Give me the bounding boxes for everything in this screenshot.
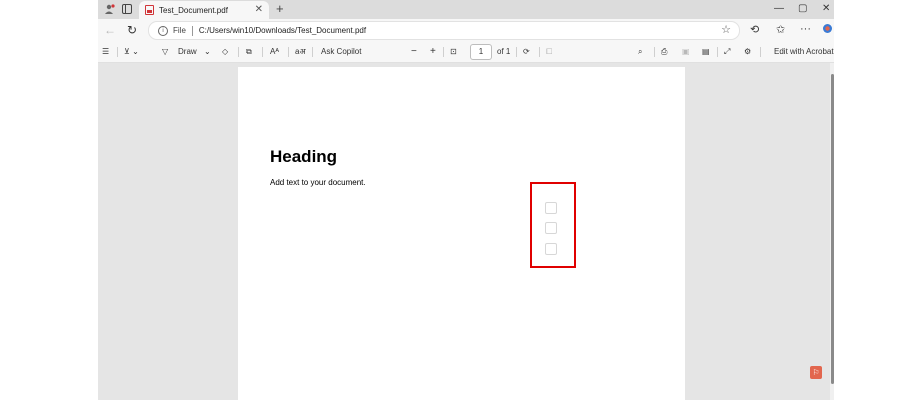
toolbar-separator (262, 47, 263, 57)
back-icon[interactable]: ← (104, 23, 116, 37)
acrobat-icon[interactable]: ⚐ (810, 366, 822, 379)
fit-page-icon[interactable]: ⊡ (450, 46, 457, 58)
document-body-text: Add text to your document. (270, 178, 366, 187)
pdf-page[interactable]: Heading Add text to your document. (238, 67, 685, 400)
ask-copilot-button[interactable]: Ask Copilot (321, 46, 361, 58)
document-heading: Heading (270, 147, 338, 166)
copilot-icon[interactable] (822, 23, 833, 37)
browser-essentials-icon[interactable]: ⟲ (750, 23, 759, 36)
scrollbar-thumb[interactable] (831, 74, 834, 384)
checkbox-1[interactable] (545, 202, 557, 214)
scheme-label: File (173, 26, 186, 35)
read-aloud-button[interactable]: Aᴬ (270, 46, 279, 58)
page-total: of 1 (497, 47, 511, 56)
page-view-icon[interactable]: ⧉ (246, 46, 252, 58)
toolbar-separator (654, 47, 655, 57)
address-bar-row: ← ↻ i File C:/Users/win10/Downloads/Test… (98, 19, 834, 41)
toolbar-separator (760, 47, 761, 57)
refresh-icon[interactable]: ↻ (127, 23, 137, 37)
window-close-icon[interactable]: ✕ (822, 3, 830, 14)
translate-button[interactable]: aअ (295, 46, 306, 58)
save-as-icon[interactable]: ▤ (702, 46, 710, 58)
highlight-icon[interactable]: ⊻ ⌄ (124, 46, 139, 58)
sidebar-icon[interactable] (120, 3, 134, 15)
draw-dropdown-icon[interactable]: ⌄ (204, 46, 211, 58)
rotate-icon[interactable]: ⟳ (523, 46, 530, 58)
toolbar-separator (516, 47, 517, 57)
url-text[interactable]: C:/Users/win10/Downloads/Test_Document.p… (199, 26, 366, 35)
star-icon[interactable]: ☆ (721, 23, 731, 36)
checkbox-2[interactable] (545, 222, 557, 234)
toolbar-separator (117, 47, 118, 57)
pdf-viewer[interactable]: Heading Add text to your document. (98, 63, 834, 400)
toolbar-separator (717, 47, 718, 57)
draw-button[interactable]: Draw (178, 46, 197, 58)
toolbar-separator (539, 47, 540, 57)
tab-strip: Test_Document.pdf ✕ + — ▢ ✕ (98, 0, 834, 19)
checkbox-highlight (530, 182, 576, 268)
checkbox-3[interactable] (545, 243, 557, 255)
tab-title: Test_Document.pdf (159, 5, 228, 15)
two-page-icon[interactable]: ⧠ (546, 46, 552, 58)
eraser-icon[interactable]: ◇ (222, 46, 228, 58)
zoom-out-button[interactable]: − (411, 46, 417, 58)
new-tab-icon[interactable]: + (276, 1, 284, 16)
zoom-in-button[interactable]: + (430, 46, 436, 58)
profile-icon[interactable] (102, 3, 116, 15)
page-number-input[interactable]: 1 (470, 44, 492, 60)
print-icon[interactable]: ⎙ (661, 46, 667, 58)
pdf-toolbar: ☰ ⊻ ⌄ ▽ Draw ⌄ ◇ ⧉ Aᴬ aअ Ask Copilot − +… (98, 41, 834, 63)
edit-with-acrobat-button[interactable]: Edit with Acrobat (774, 46, 834, 58)
browser-window: Test_Document.pdf ✕ + — ▢ ✕ ← ↻ i File C… (98, 0, 834, 400)
draw-icon[interactable]: ▽ (162, 46, 168, 58)
minimize-icon[interactable]: — (774, 3, 784, 14)
contents-icon[interactable]: ☰ (102, 46, 109, 58)
search-icon[interactable]: ⌕ (638, 46, 642, 58)
fullscreen-icon[interactable]: ⤢ (724, 46, 730, 58)
tab-test-document[interactable]: Test_Document.pdf ✕ (139, 1, 269, 19)
toolbar-separator (312, 47, 313, 57)
toolbar-separator (443, 47, 444, 57)
restore-icon[interactable]: ▢ (798, 3, 807, 14)
info-icon[interactable]: i (158, 25, 168, 36)
url-separator (191, 25, 193, 36)
more-icon[interactable]: ··· (800, 23, 811, 35)
pdf-icon (145, 5, 154, 15)
favorites-icon[interactable]: ✩ (776, 23, 785, 36)
toolbar-separator (288, 47, 289, 57)
settings-icon[interactable]: ⚙ (744, 46, 751, 58)
save-icon[interactable]: ▣ (682, 46, 690, 58)
address-bar[interactable]: i File C:/Users/win10/Downloads/Test_Doc… (148, 21, 740, 40)
close-icon[interactable]: ✕ (255, 4, 263, 15)
toolbar-separator (238, 47, 239, 57)
